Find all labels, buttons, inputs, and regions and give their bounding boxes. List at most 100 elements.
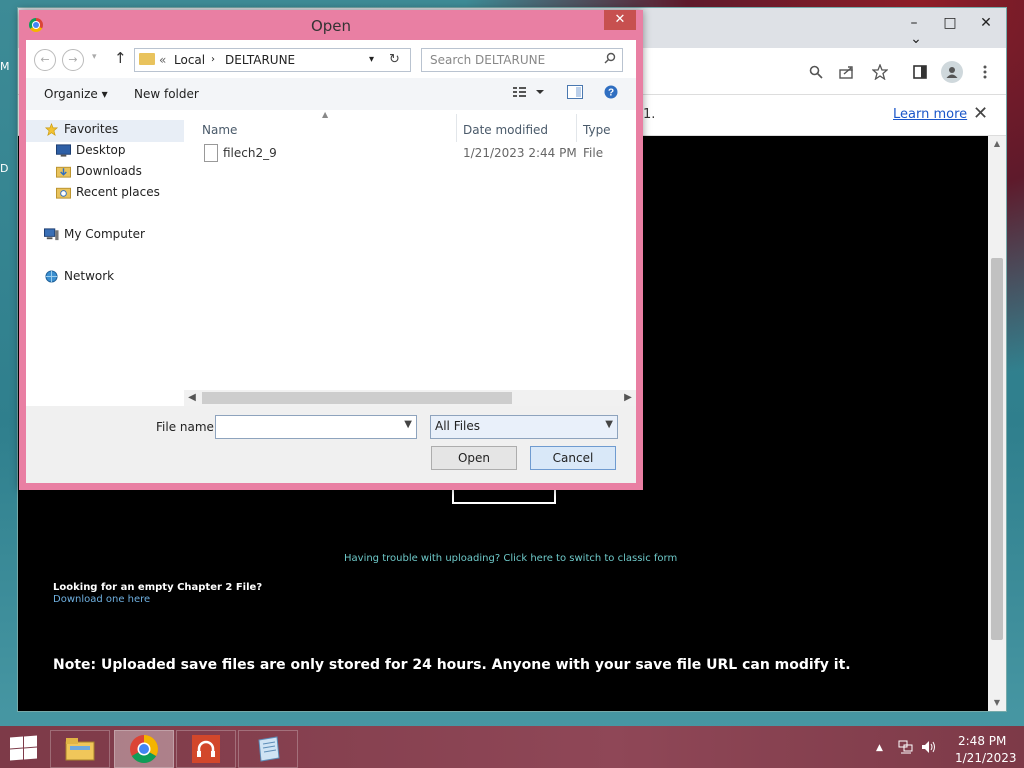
clock-time[interactable]: 2:48 PM	[958, 734, 1006, 748]
taskbar-file-explorer[interactable]	[50, 730, 110, 768]
file-name-label: File name:	[156, 420, 218, 434]
scrollbar-thumb[interactable]	[991, 258, 1003, 640]
navigation-pane: Favorites Desktop Downloads Recent place…	[26, 110, 184, 406]
learn-more-link[interactable]: Learn more	[893, 107, 967, 122]
file-explorer-icon	[65, 738, 95, 761]
file-icon	[204, 144, 218, 162]
nav-label-my-computer: My Computer	[64, 227, 145, 241]
view-options-icon[interactable]	[512, 85, 544, 102]
open-file-dialog: Open ✕ ← → ▾ ↑ « Local › DELTARUNE ▾ ↻ S…	[19, 10, 643, 490]
column-header-type[interactable]: Type	[583, 123, 611, 137]
address-row: ← → ▾ ↑ « Local › DELTARUNE ▾ ↻ Search D…	[26, 40, 636, 78]
new-folder-button[interactable]: New folder	[134, 87, 199, 101]
nav-label-downloads: Downloads	[76, 164, 142, 178]
folder-icon	[139, 53, 155, 65]
address-separator-icon[interactable]: ›	[211, 54, 215, 65]
scroll-down-arrow-icon[interactable]: ▼	[988, 695, 1006, 711]
windows-logo-icon	[24, 735, 37, 748]
desktop-icon-label-edge: D	[0, 162, 9, 175]
file-list: ▲ Name Date modified Type filech2_9 1/21…	[184, 110, 636, 406]
file-type-dropdown-icon[interactable]: ▼	[605, 419, 613, 430]
column-header-date-modified[interactable]: Date modified	[463, 123, 548, 137]
empty-file-question: Looking for an empty Chapter 2 File?	[53, 582, 263, 593]
search-icon[interactable]	[805, 61, 827, 83]
network-status-icon[interactable]	[898, 740, 914, 757]
nav-item-my-computer[interactable]: My Computer	[44, 227, 145, 241]
clock-date[interactable]: 1/21/2023	[955, 751, 1017, 765]
info-bar-close-icon[interactable]: ✕	[973, 103, 988, 124]
file-name-dropdown-icon[interactable]: ▼	[404, 419, 412, 430]
address-segment-local[interactable]: Local	[174, 53, 205, 67]
taskbar: ▲ 2:48 PM 1/21/2023	[0, 726, 1024, 768]
search-icon[interactable]	[604, 52, 616, 68]
scroll-left-arrow-icon[interactable]: ◀	[184, 390, 200, 406]
address-dropdown-icon[interactable]: ▾	[369, 54, 374, 65]
taskbar-notepad[interactable]	[238, 730, 298, 768]
svg-text:?: ?	[608, 88, 614, 99]
share-icon[interactable]	[836, 61, 858, 83]
hscrollbar-thumb[interactable]	[202, 392, 512, 404]
taskbar-media-app[interactable]	[176, 730, 236, 768]
refresh-icon[interactable]: ↻	[389, 52, 400, 67]
recent-locations-chevron-icon[interactable]: ▾	[92, 52, 97, 62]
address-segment-deltarune[interactable]: DELTARUNE	[225, 53, 295, 67]
profile-avatar-icon[interactable]	[941, 61, 963, 83]
nav-item-desktop[interactable]: Desktop	[56, 143, 126, 157]
nav-label-recent-places: Recent places	[76, 185, 160, 199]
file-type-filter[interactable]: All Files ▼	[430, 415, 618, 439]
help-icon[interactable]: ?	[604, 85, 618, 102]
file-name-input[interactable]: ▼	[215, 415, 417, 439]
windows-logo-icon	[10, 736, 23, 749]
volume-icon[interactable]	[921, 740, 937, 757]
forward-arrow-icon[interactable]: →	[62, 49, 84, 71]
column-header-name[interactable]: Name	[202, 123, 237, 137]
classic-form-link[interactable]: Having trouble with uploading? Click her…	[344, 553, 677, 564]
storage-note: Note: Uploaded save files are only store…	[53, 657, 851, 673]
dialog-titlebar: Open ✕	[19, 10, 643, 40]
dialog-body: ← → ▾ ↑ « Local › DELTARUNE ▾ ↻ Search D…	[26, 40, 636, 483]
desktop-icon	[56, 143, 71, 157]
dialog-title: Open	[310, 17, 352, 35]
nav-item-downloads[interactable]: Downloads	[56, 164, 142, 178]
preview-pane-icon[interactable]	[567, 85, 583, 102]
windows-logo-icon	[10, 748, 23, 761]
bookmark-star-icon[interactable]	[869, 61, 891, 83]
nav-item-network[interactable]: Network	[44, 269, 114, 283]
scroll-right-arrow-icon[interactable]: ▶	[620, 390, 636, 406]
close-window-button[interactable]: ✕	[968, 12, 1004, 34]
network-icon	[45, 269, 58, 283]
nav-label-network: Network	[64, 269, 115, 283]
nav-item-favorites[interactable]: Favorites	[44, 122, 118, 136]
cancel-button[interactable]: Cancel	[530, 446, 616, 470]
taskbar-chrome[interactable]	[114, 730, 174, 768]
nav-label-favorites: Favorites	[64, 122, 119, 136]
minimize-button[interactable]: –	[896, 12, 932, 34]
up-arrow-icon[interactable]: ↑	[114, 49, 127, 67]
column-separator[interactable]	[456, 114, 457, 142]
sort-indicator-icon: ▲	[322, 110, 329, 119]
menu-kebab-icon[interactable]	[974, 61, 996, 83]
file-date: 1/21/2023 2:44 PM	[463, 146, 577, 160]
file-row[interactable]: filech2_9 1/21/2023 2:44 PM File	[184, 142, 636, 164]
column-separator[interactable]	[576, 114, 577, 142]
download-empty-file-link[interactable]: Download one here	[53, 594, 150, 605]
open-button[interactable]: Open	[431, 446, 517, 470]
scroll-up-arrow-icon[interactable]: ▲	[988, 136, 1006, 152]
maximize-button[interactable]: □	[932, 12, 968, 34]
page-scrollbar[interactable]: ▲ ▼	[988, 136, 1006, 711]
address-bar[interactable]: « Local › DELTARUNE ▾ ↻	[134, 48, 411, 72]
side-panel-icon[interactable]	[909, 61, 931, 83]
show-hidden-icons-chevron-icon[interactable]: ▲	[876, 743, 883, 753]
organize-menu[interactable]: Organize ▾	[44, 87, 108, 101]
dialog-close-button[interactable]: ✕	[604, 10, 636, 30]
back-arrow-icon[interactable]: ←	[34, 49, 56, 71]
search-field[interactable]: Search DELTARUNE	[421, 48, 623, 72]
nav-item-recent-places[interactable]: Recent places	[56, 185, 160, 199]
start-button[interactable]	[8, 735, 38, 761]
file-list-hscrollbar[interactable]: ◀ ▶	[184, 390, 636, 406]
address-overflow[interactable]: «	[159, 53, 166, 67]
windows-logo-icon	[24, 747, 37, 760]
nav-label-desktop: Desktop	[76, 143, 126, 157]
notepad-icon	[258, 736, 280, 762]
dialog-footer: File name: ▼ All Files ▼ Open Cancel	[26, 406, 636, 483]
